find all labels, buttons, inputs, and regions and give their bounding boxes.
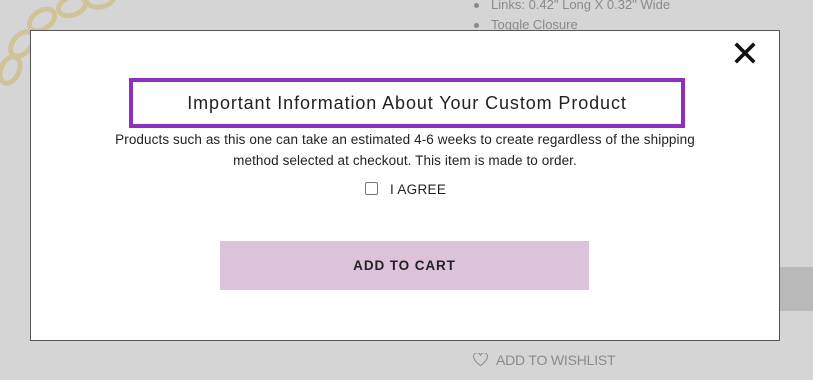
modal-title-box: Important Information About Your Custom …	[129, 78, 685, 128]
add-to-wishlist-link: ADD TO WISHLIST	[473, 352, 616, 368]
agree-label: I AGREE	[390, 182, 447, 197]
agree-checkbox[interactable]	[365, 181, 378, 195]
spec-item: Links: 0.42" Long X 0.32" Wide	[472, 0, 670, 15]
add-to-cart-label: ADD TO CART	[353, 258, 456, 273]
close-icon	[734, 42, 756, 64]
close-button[interactable]	[732, 40, 758, 66]
modal-message: Products such as this one can take an es…	[71, 129, 739, 171]
message-line: method selected at checkout. This item i…	[233, 153, 577, 168]
message-line: Products such as this one can take an es…	[115, 132, 695, 147]
wishlist-label: ADD TO WISHLIST	[496, 352, 616, 368]
add-to-cart-button[interactable]: ADD TO CART	[220, 241, 589, 290]
background-side-button	[778, 267, 813, 311]
modal-title: Important Information About Your Custom …	[187, 92, 627, 113]
agree-row: I AGREE	[365, 179, 446, 197]
custom-product-modal: Important Information About Your Custom …	[30, 30, 780, 341]
heart-icon	[473, 353, 488, 367]
